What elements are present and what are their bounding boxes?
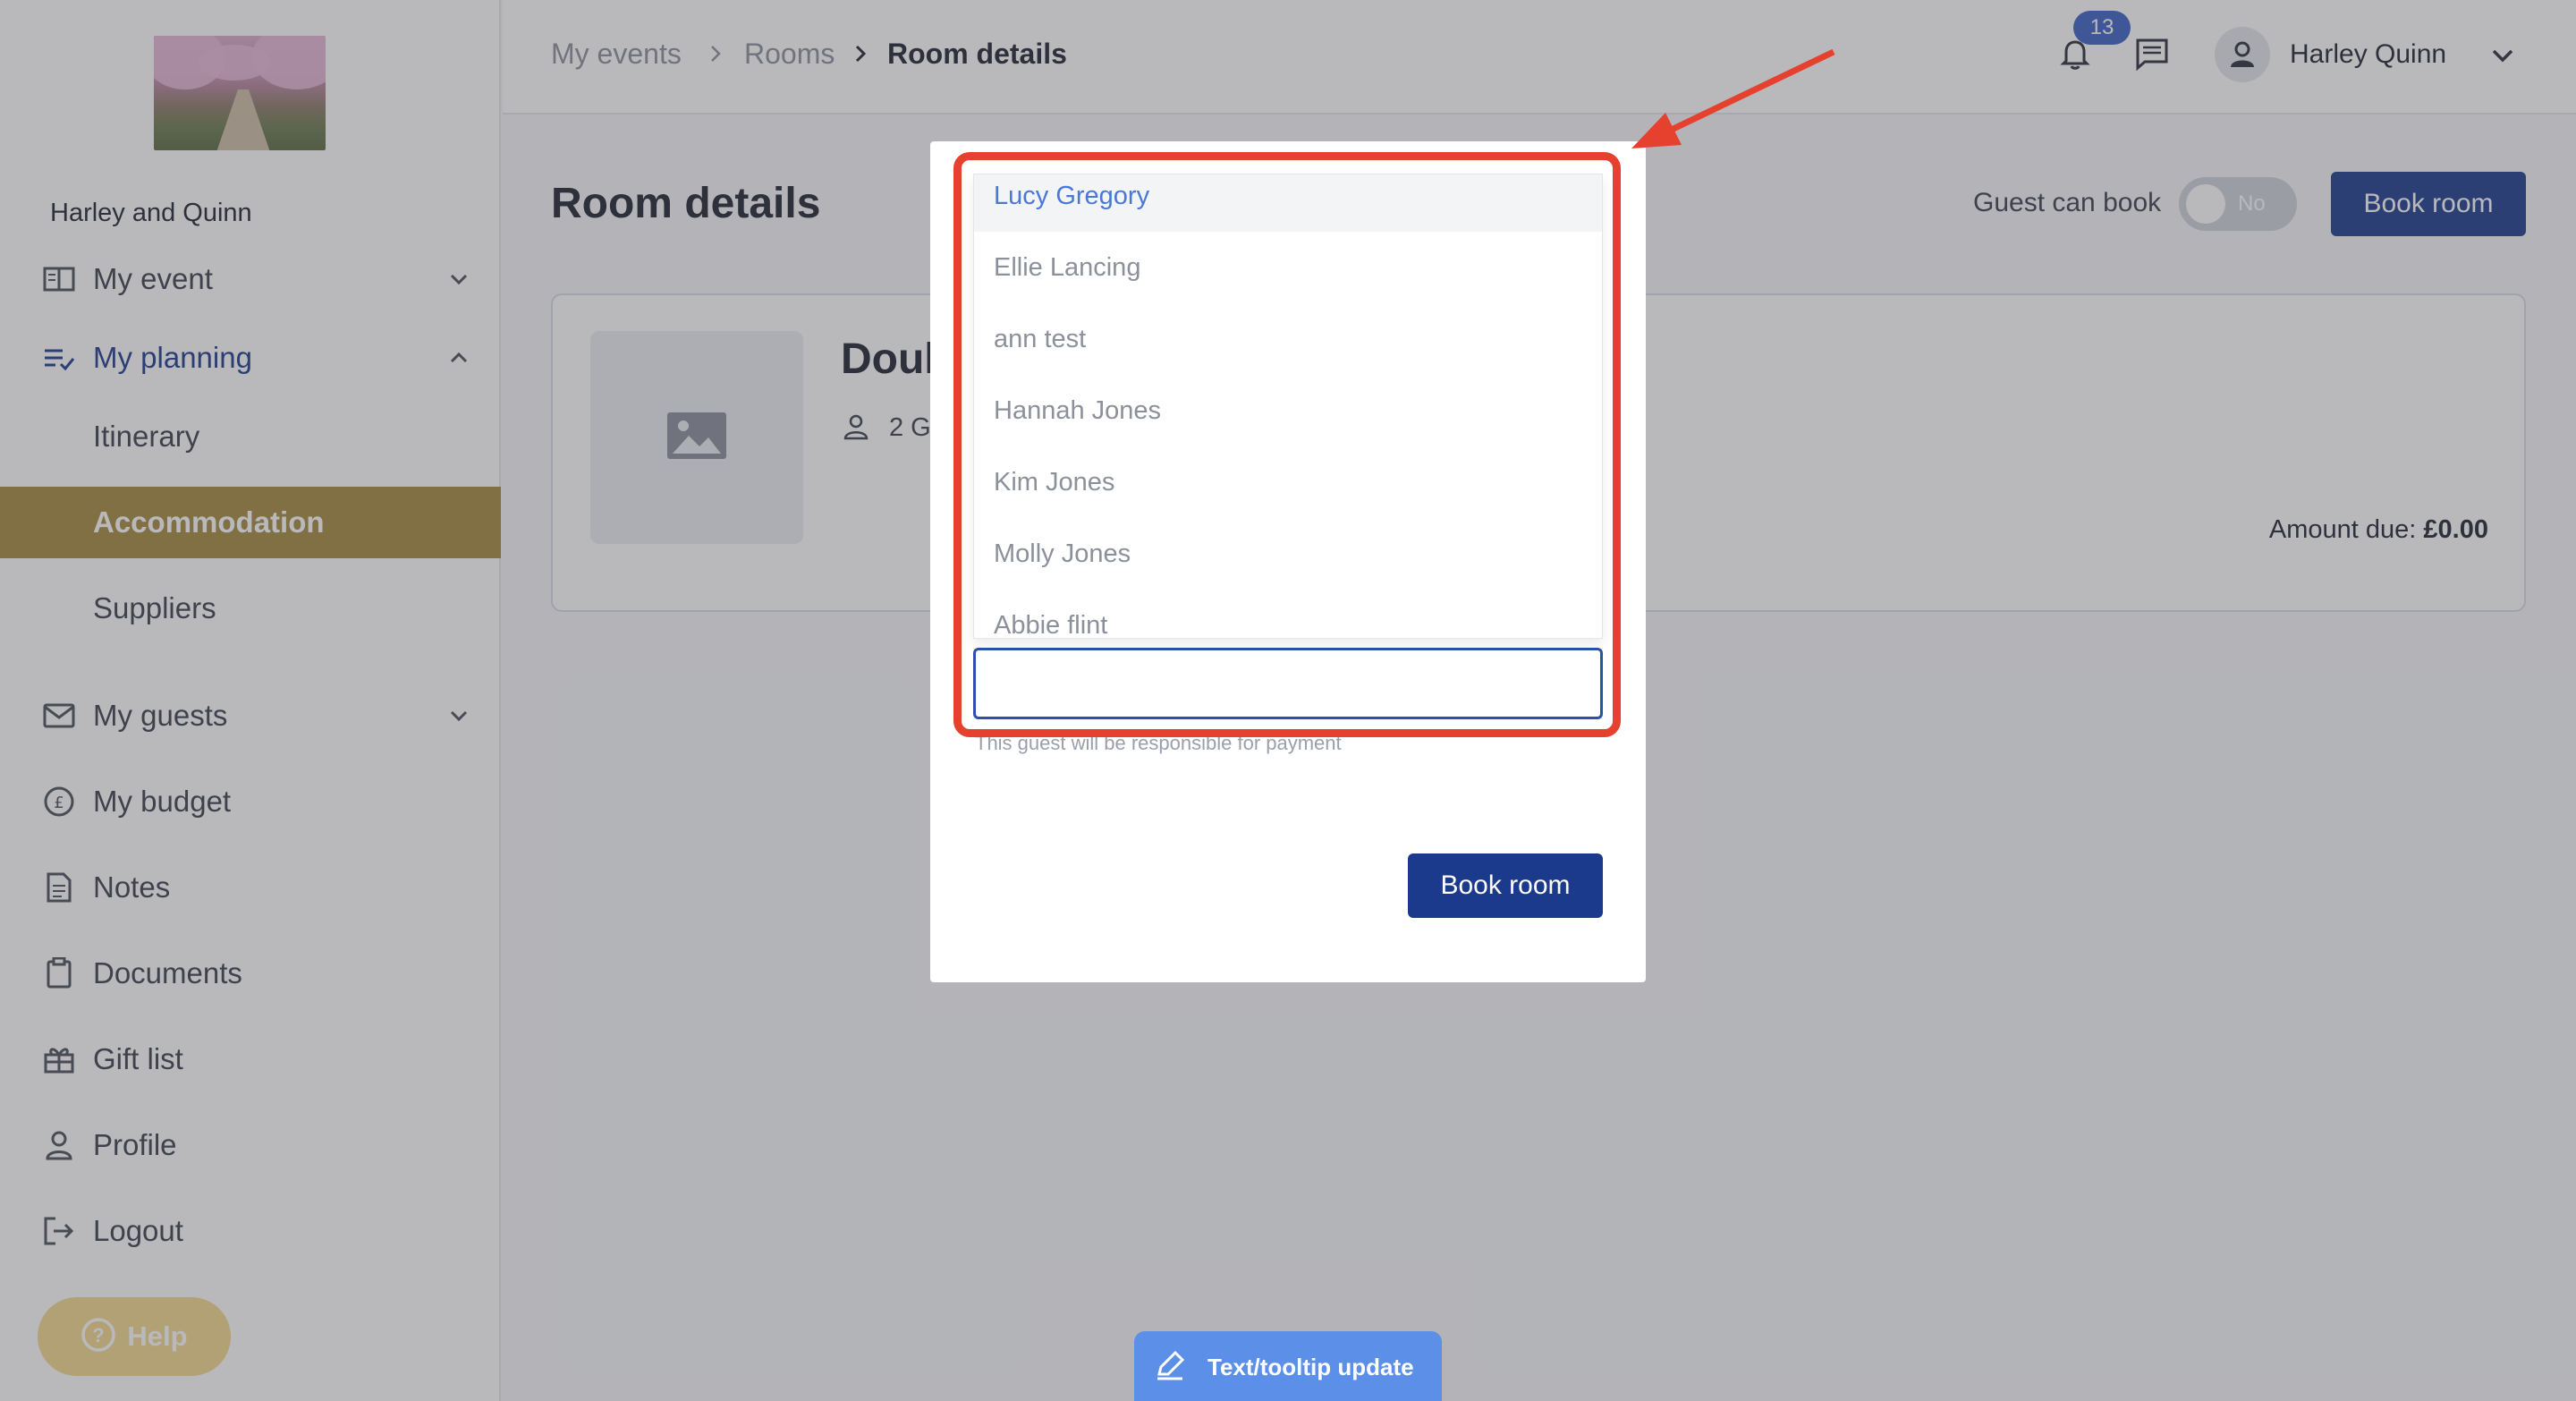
pencil-icon [1152, 1347, 1188, 1388]
annotation-highlight-box [953, 152, 1621, 737]
annotation-arrow-icon [1631, 48, 1835, 149]
modal-book-room-button[interactable]: Book room [1408, 853, 1603, 918]
text-tooltip-update-button[interactable]: Text/tooltip update [1134, 1331, 1442, 1401]
pill-label: Text/tooltip update [1208, 1353, 1414, 1380]
